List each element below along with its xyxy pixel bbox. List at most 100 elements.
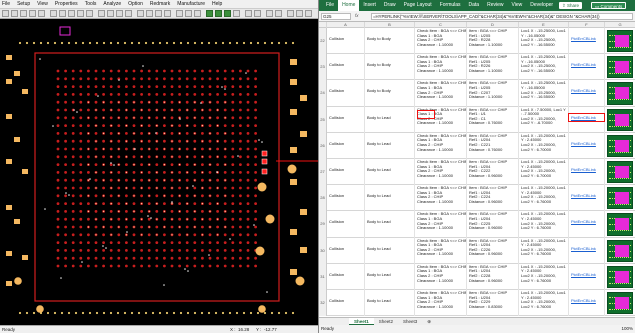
hyperlink-cell[interactable]: PictErrCBLink [569, 211, 605, 238]
toolbar-button[interactable] [296, 10, 303, 17]
toolbar-button[interactable] [29, 10, 36, 17]
cell-a[interactable]: Collision [327, 237, 365, 264]
cell-c[interactable]: Check Item : BGA <=> CHIP Class 1 : BGA … [415, 237, 467, 264]
cell-b[interactable]: Body to Body [365, 80, 415, 107]
cell-d[interactable]: Item : BGA <=> CHIP Ref1 : U205 Ref2 : C… [467, 80, 519, 107]
cell-c[interactable]: Check Item : BGA <=> CHIP Class 1 : BGA … [415, 211, 467, 238]
error-thumbnail[interactable] [607, 213, 633, 236]
formula-input[interactable]: =HYPERLINK("%VIEW://\\SERVER\TOOLS\APP_C… [371, 13, 633, 20]
share-button[interactable]: ⇪ Share [559, 2, 583, 9]
table-row[interactable]: 22 Collision Body to Body Check Item : BGA … [319, 28, 635, 55]
cell-d[interactable]: Item : BGA <=> CHIP Ref1 : U205 Ref2 : R… [467, 54, 519, 81]
row-number[interactable]: 23 [319, 54, 327, 81]
row-number[interactable]: 24 [319, 80, 327, 107]
toolbar-button[interactable] [266, 10, 273, 17]
cad-menu-option[interactable]: Option [128, 1, 143, 7]
cell-c[interactable]: Check Item : BGA <=> CHIP Class 1 : BGA … [415, 28, 467, 55]
toolbar-button[interactable] [185, 10, 192, 17]
toolbar-button[interactable] [146, 10, 153, 17]
cell-a[interactable]: Collision [327, 54, 365, 81]
comments-button[interactable]: ▭ Comments [591, 2, 627, 9]
row-number[interactable]: 25 [319, 106, 327, 133]
hyperlink-cell[interactable]: PictErrCBLink [569, 290, 605, 317]
toolbar-button[interactable] [107, 10, 114, 17]
cad-menu-properties[interactable]: Properties [55, 1, 78, 7]
cell-d[interactable]: Item : BGA <=> CHIP Ref1 : U205 Ref2 : R… [467, 28, 519, 55]
cell-e[interactable]: Loc1 X : -15.20000, Loc1 Y : 2.45000 Loc… [519, 185, 569, 212]
toolbar-button[interactable] [20, 10, 27, 17]
table-row[interactable]: 24 Collision Body to Body Check Item : BGA … [319, 80, 635, 107]
sheet-tab-sheet2[interactable]: Sheet2 [374, 318, 398, 325]
toolbar-button[interactable] [86, 10, 93, 17]
toolbar-button[interactable] [287, 10, 294, 17]
cell-a[interactable]: Collision [327, 263, 365, 290]
hyperlink-cell[interactable]: PictErrCBLink [569, 132, 605, 159]
toolbar-button[interactable] [50, 10, 57, 17]
cell-d[interactable]: Item : BGA <=> CHIP Ref1 : U204 Ref2 : C… [467, 132, 519, 159]
row-number[interactable]: 27 [319, 159, 327, 186]
cell-b[interactable]: Body to Body [365, 28, 415, 55]
cell-e[interactable]: Loc1 X : -15.25000, Loc1 Y : -16.05000 L… [519, 54, 569, 81]
error-thumbnail[interactable] [607, 187, 633, 210]
hyperlink-cell[interactable]: PictErrCBLink [569, 80, 605, 107]
ribbon-tab-page-layout[interactable]: Page Layout [400, 0, 436, 11]
toolbar-button[interactable] [275, 10, 282, 17]
cell-b[interactable]: Body to Lead [365, 290, 415, 317]
cad-menu-tools[interactable]: Tools [85, 1, 97, 7]
cell-c[interactable]: Check Item : BGA <=> CHIP Class 1 : BGA … [415, 159, 467, 186]
ribbon-tab-review[interactable]: Review [483, 0, 507, 11]
cell-c[interactable]: Check Item : BGA <=> CHIP Class 1 : BGA … [415, 185, 467, 212]
cell-b[interactable]: Body to Lead [365, 159, 415, 186]
cell-e[interactable]: Loc1 X : -15.20000, Loc1 Y : 2.45000 Loc… [519, 132, 569, 159]
cad-menu-redmark[interactable]: Redmark [150, 1, 170, 7]
table-row[interactable]: 32 Collision Body to Lead Check Item : BGA … [319, 290, 635, 317]
ribbon-tab-file[interactable]: File [322, 0, 338, 11]
cell-e[interactable]: Loc1 X : -15.20000, Loc1 Y : 2.45000 Loc… [519, 237, 569, 264]
cell-e[interactable]: Loc1 X : -15.20000, Loc1 Y : 2.45000 Loc… [519, 290, 569, 317]
worksheet-grid[interactable]: 22 Collision Body to Body Check Item : BGA … [319, 28, 635, 317]
hyperlink-cell[interactable]: PictErrCBLink [569, 263, 605, 290]
ribbon-tab-formulas[interactable]: Formulas [436, 0, 465, 11]
cell-a[interactable]: Collision [327, 80, 365, 107]
toolbar-button[interactable] [224, 10, 231, 17]
cell-a[interactable]: Collision [327, 185, 365, 212]
toolbar-button[interactable] [245, 10, 252, 17]
toolbar-button[interactable] [2, 10, 9, 17]
cad-menu-file[interactable]: File [2, 1, 10, 7]
cell-b[interactable]: Body to Lead [365, 237, 415, 264]
error-thumbnail[interactable] [607, 161, 633, 184]
toolbar-button[interactable] [137, 10, 144, 17]
table-row[interactable]: 31 Collision Body to Lead Check Item : BGA … [319, 263, 635, 290]
error-thumbnail[interactable] [607, 82, 633, 105]
toolbar-button[interactable] [305, 10, 312, 17]
toolbar-button[interactable] [164, 10, 171, 17]
toolbar-button[interactable] [11, 10, 18, 17]
cell-b[interactable]: Body to Lead [365, 185, 415, 212]
cell-d[interactable]: Item : BGA <=> CHIP Ref1 : U204 Ref2 : C… [467, 185, 519, 212]
toolbar-button[interactable] [176, 10, 183, 17]
cell-a[interactable]: Collision [327, 211, 365, 238]
row-number[interactable]: 26 [319, 132, 327, 159]
toolbar-button[interactable] [59, 10, 66, 17]
name-box[interactable]: G25 [321, 13, 351, 20]
row-number[interactable]: 29 [319, 211, 327, 238]
row-number[interactable]: 32 [319, 290, 327, 317]
cad-menu-manufacture[interactable]: Manufacture [177, 1, 205, 7]
ribbon-tab-developer[interactable]: Developer [526, 0, 557, 11]
cell-e[interactable]: Loc1 X : -15.20000, Loc1 Y : 2.45000 Loc… [519, 263, 569, 290]
error-thumbnail[interactable] [607, 56, 633, 79]
error-thumbnail[interactable] [607, 265, 633, 288]
toolbar-button[interactable] [155, 10, 162, 17]
cad-menu-view[interactable]: View [37, 1, 48, 7]
ribbon-tab-home[interactable]: Home [338, 0, 360, 11]
error-thumbnail[interactable] [607, 30, 633, 53]
toolbar-button[interactable] [38, 10, 45, 17]
toolbar-button[interactable] [68, 10, 75, 17]
table-row[interactable]: 28 Collision Body to Lead Check Item : BGA … [319, 185, 635, 212]
hyperlink-cell[interactable]: PictErrCBLink [569, 54, 605, 81]
hyperlink-cell[interactable]: PictErrCBLink [569, 237, 605, 264]
error-thumbnail[interactable] [607, 239, 633, 262]
cell-d[interactable]: Item : BGA <=> CHIP Ref1 : U204 Ref2 : C… [467, 159, 519, 186]
cell-d[interactable]: Item : BGA <=> CHIP Ref1 : U204 Ref2 : C… [467, 263, 519, 290]
hyperlink-cell[interactable]: PictErrCBLink [569, 28, 605, 55]
